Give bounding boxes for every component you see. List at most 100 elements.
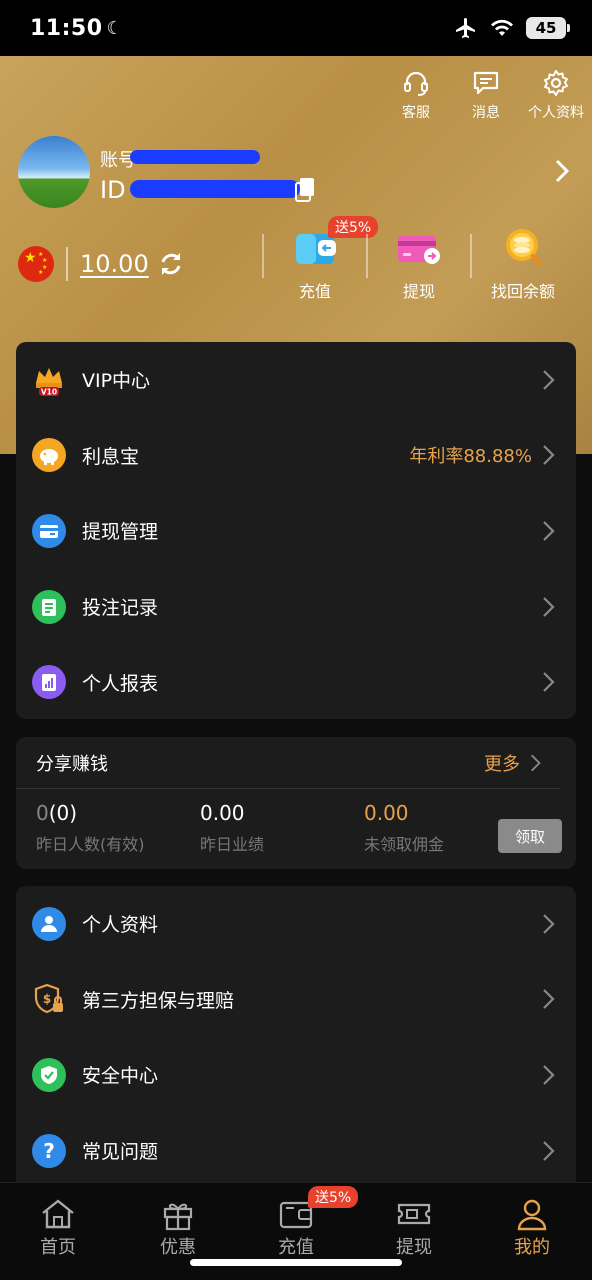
shield-check-icon <box>32 1057 66 1092</box>
menu-item-label: 利息宝 <box>82 445 140 468</box>
id-label: ID <box>100 176 126 204</box>
message-icon <box>473 71 499 95</box>
menu-item-personal-report[interactable]: 个人报表 <box>16 644 576 720</box>
tab-label: 优惠 <box>160 1237 196 1258</box>
user-icon <box>32 906 66 941</box>
svg-text:?: ? <box>43 1139 55 1163</box>
withdraw-button[interactable]: 提现 <box>366 234 470 301</box>
recover-coins-icon <box>506 229 542 266</box>
user-icon <box>517 1199 547 1231</box>
menu-item-label: 个人资料 <box>82 914 159 937</box>
headset-icon <box>404 71 428 96</box>
menu-item-withdraw-management[interactable]: 提现管理 <box>16 493 576 569</box>
menu-item-third-party-guarantee[interactable]: $ 第三方担保与理赔 <box>16 962 576 1038</box>
messages-label: 消息 <box>472 105 500 121</box>
profile-settings-button[interactable]: 个人资料 <box>528 68 584 122</box>
referrals-total: 0 <box>36 801 49 825</box>
home-icon <box>42 1199 74 1229</box>
menu-item-label: 安全中心 <box>82 1065 159 1088</box>
battery-indicator: 45 <box>526 17 570 39</box>
menu-item-personal-info[interactable]: 个人资料 <box>16 886 576 962</box>
deposit-label: 充值 <box>298 282 331 301</box>
performance-value: 0.00 <box>200 801 245 825</box>
svg-text:$: $ <box>43 992 51 1006</box>
tab-label: 我的 <box>514 1237 550 1258</box>
vip-level-badge: V10 <box>41 387 57 396</box>
account-id: ID <box>100 176 126 204</box>
recover-balance-label: 找回余额 <box>490 282 555 301</box>
menu-item-label: VIP中心 <box>82 370 151 393</box>
tab-home[interactable]: 首页 <box>18 1197 98 1259</box>
copy-icon[interactable] <box>294 176 316 202</box>
bonus-badge: 送5% <box>308 1186 359 1208</box>
share-earn-card: 分享赚钱 更多 0(0) 昨日人数(有效) 0.00 昨日业绩 0.00 未领取… <box>16 737 576 869</box>
gear-icon <box>544 70 568 96</box>
menu-item-security-center[interactable]: 安全中心 <box>16 1037 576 1113</box>
menu-item-interest-treasure[interactable]: 利息宝 年利率88.88% <box>16 418 576 494</box>
menu-item-label: 个人报表 <box>82 672 159 695</box>
tab-label: 充值 <box>278 1237 314 1258</box>
chevron-right-icon <box>543 989 555 1010</box>
menu-item-label: 投注记录 <box>82 597 159 620</box>
document-icon <box>32 589 66 624</box>
stat-performance: 0.00 昨日业绩 <box>200 801 364 869</box>
referrals-valid: (0) <box>48 801 78 825</box>
redaction-mark <box>130 150 260 164</box>
stat-caption: 昨日业绩 <box>200 835 265 854</box>
chevron-right-icon <box>543 370 555 390</box>
tab-promotions[interactable]: 优惠 <box>138 1197 218 1259</box>
menu-item-bet-records[interactable]: 投注记录 <box>16 569 576 645</box>
chevron-right-icon <box>543 914 555 934</box>
redaction-mark <box>130 180 300 198</box>
profile-settings-label: 个人资料 <box>528 105 584 121</box>
menu-item-label: 常见问题 <box>82 1141 159 1164</box>
vip-crown-icon: V10 <box>32 363 66 397</box>
tab-withdraw[interactable]: 提现 <box>374 1197 454 1259</box>
chevron-right-icon <box>543 596 555 617</box>
annual-rate-text: 年利率88.88% <box>409 446 532 468</box>
menu-item-label: 第三方担保与理赔 <box>82 989 235 1012</box>
chevron-right-icon <box>543 521 555 541</box>
airplane-icon <box>456 18 475 38</box>
moon-icon: ☾ <box>106 17 123 39</box>
menu-item-vip-center[interactable]: V10 VIP中心 <box>16 342 576 418</box>
menu-item-label: 提现管理 <box>82 521 159 544</box>
deposit-button[interactable]: 送5% 充值 <box>262 216 379 301</box>
stat-caption: 昨日人数(有效) <box>36 835 145 854</box>
chevron-right-icon <box>543 445 555 466</box>
home-indicator[interactable] <box>190 1259 402 1266</box>
claim-button[interactable]: 领取 <box>498 819 562 853</box>
recover-balance-button[interactable]: 找回余额 <box>470 229 574 301</box>
messages-button[interactable]: 消息 <box>460 68 512 122</box>
chevron-right-icon <box>543 1140 555 1161</box>
withdraw-label: 提现 <box>402 282 435 301</box>
wifi-icon <box>491 19 513 36</box>
shield-lock-icon: $ <box>32 982 66 1016</box>
tab-label: 首页 <box>40 1237 76 1258</box>
status-time: 11:50 <box>30 15 103 41</box>
chevron-right-icon <box>543 1065 555 1085</box>
withdraw-card-icon <box>398 236 440 264</box>
menu-item-faq[interactable]: ? 常见问题 <box>16 1113 576 1189</box>
customer-service-button[interactable]: 客服 <box>390 68 442 122</box>
chevron-right-icon <box>543 672 555 692</box>
share-title: 分享赚钱 <box>36 753 108 775</box>
balance-amount[interactable]: 10.00 <box>80 250 149 278</box>
divider <box>66 247 68 281</box>
status-bar: 11:50 ☾ 45 <box>0 0 592 56</box>
secondary-menu-card: 个人资料 $ 第三方担保与理赔 安全中心 ? 常见问题 <box>16 886 576 1186</box>
chevron-right-icon[interactable] <box>552 156 572 186</box>
more-label: 更多 <box>484 753 520 775</box>
stat-referrals: 0(0) 昨日人数(有效) <box>36 801 200 869</box>
chevron-right-icon <box>531 754 541 771</box>
more-link[interactable]: 更多 <box>484 750 542 776</box>
refresh-icon[interactable] <box>157 250 185 278</box>
card-icon <box>32 513 66 548</box>
report-icon <box>32 665 66 700</box>
question-icon: ? <box>32 1133 66 1168</box>
avatar[interactable] <box>18 136 90 208</box>
gift-icon <box>163 1203 193 1231</box>
tab-mine[interactable]: 我的 <box>492 1197 572 1259</box>
china-flag-icon: ★ ★ ★ ★ ★ <box>18 246 54 282</box>
piggy-bank-icon <box>32 438 66 473</box>
